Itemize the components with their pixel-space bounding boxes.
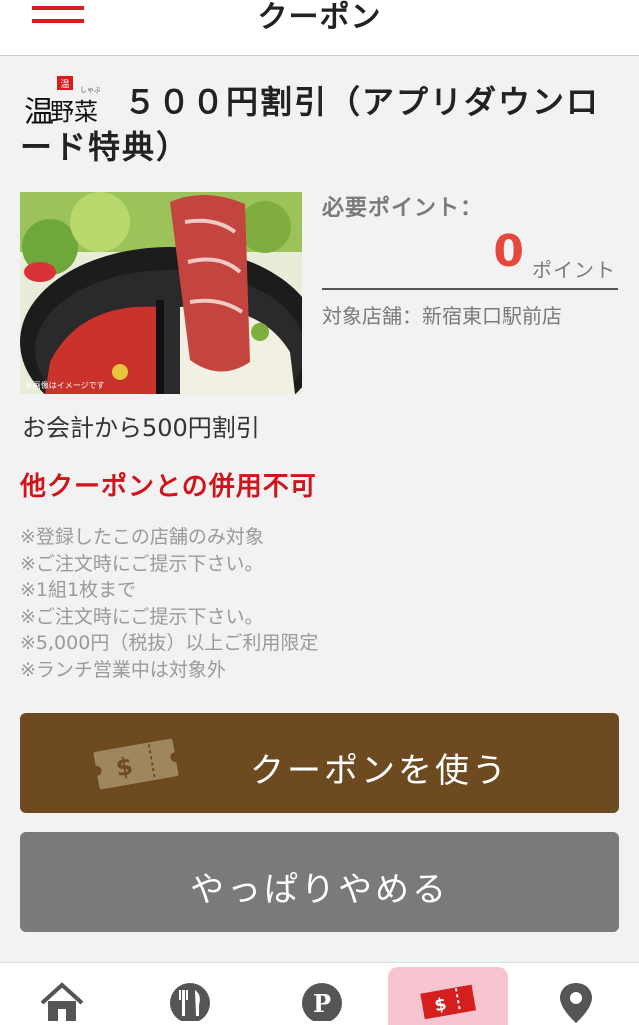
coupon-photo: ※画像はイメージです (20, 192, 302, 394)
note-item: ※登録したこの店舗のみ対象 (20, 526, 264, 548)
tab-home[interactable] (2, 967, 122, 1025)
note-item: ※ランチ営業中は対象外 (20, 658, 226, 681)
coupon-icon: $ (420, 984, 477, 1020)
page-title: クーポン (257, 0, 382, 35)
points-unit: ポイント (532, 258, 616, 282)
target-store: 対象店舗：新宿東口駅前店 (322, 304, 562, 328)
use-coupon-label: クーポンを使う (250, 751, 509, 791)
cancel-button[interactable]: やっぱりやめる (20, 832, 619, 932)
note-item: ※ご注文時にご提示下さい。 (20, 552, 264, 575)
use-coupon-button[interactable]: $ クーポンを使う (20, 713, 619, 813)
map-pin-icon (560, 983, 592, 1023)
tab-menu[interactable] (130, 967, 250, 1025)
photo-disclaimer: ※画像はイメージです (26, 381, 105, 390)
combination-warning: 他クーポンとの併用不可 (20, 472, 317, 502)
note-item: ※5,000円（税抜）以上ご利用限定 (20, 632, 319, 654)
fork-knife-icon (170, 983, 210, 1021)
note-item: ※1組1枚まで (20, 579, 137, 601)
home-icon (40, 982, 84, 1021)
coupon-title: ５００円割引（アプリダウンロード特典） (20, 83, 601, 166)
required-points-label: 必要ポイント： (322, 196, 484, 221)
note-item: ※ご注文時にご提示下さい。 (20, 605, 264, 628)
points-row: 0 ポイント (322, 226, 618, 290)
tab-coupon[interactable]: $ (388, 967, 508, 1025)
cancel-label: やっぱりやめる (190, 870, 449, 910)
discount-description: お会計から500円割引 (22, 414, 260, 442)
points-icon: P (302, 983, 342, 1021)
app-header: クーポン (0, 0, 639, 56)
tab-points[interactable]: P (262, 967, 382, 1025)
bottom-tab-bar: P $ (0, 962, 639, 1025)
tab-map[interactable] (516, 967, 636, 1025)
svg-text:P: P (313, 989, 331, 1018)
coupon-notes: ※登録したこの店舗のみ対象 ※ご注文時にご提示下さい。 ※1組1枚まで ※ご注文… (20, 524, 318, 683)
points-value: 0 (493, 226, 524, 277)
